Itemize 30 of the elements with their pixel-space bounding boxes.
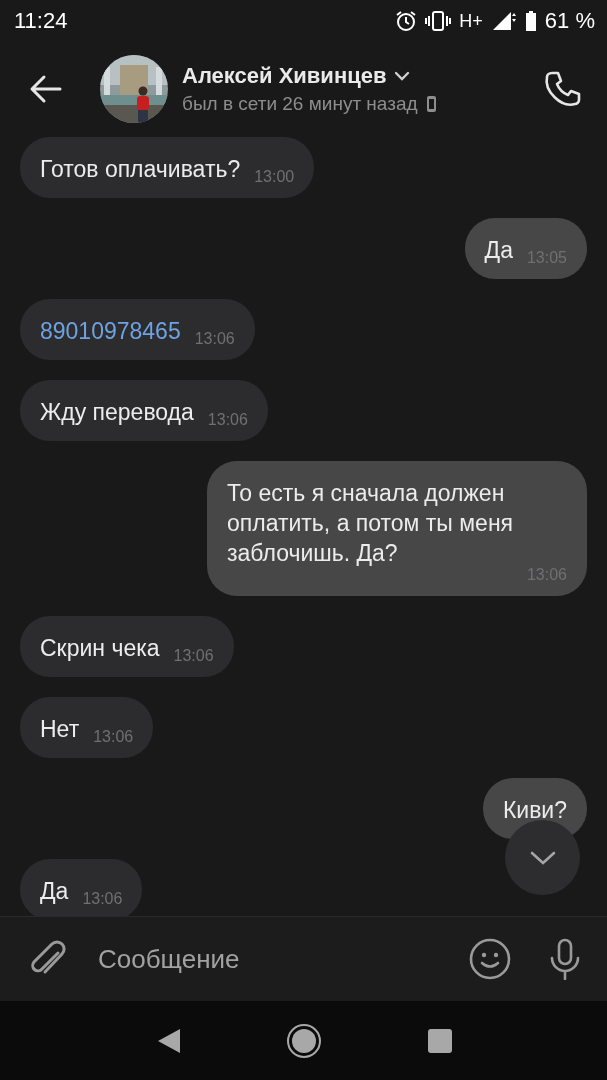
message-time: 13:06 (81, 892, 123, 906)
message-time: 13:06 (193, 332, 235, 346)
last-seen-status: был в сети 26 минут назад (182, 93, 418, 115)
message-text: То есть я сначала должен оплатить, а потом ты меня заблочишь. Да? (227, 479, 515, 568)
chevron-down-icon[interactable] (394, 71, 411, 81)
network-type: H+ (459, 10, 483, 32)
status-time: 11:24 (14, 8, 69, 34)
phone-device-icon (425, 95, 437, 113)
message-text: Киви? (502, 796, 567, 825)
message-time: 13:06 (92, 730, 134, 744)
message-text: Жду перевода (40, 398, 194, 427)
message-time: 13:00 (253, 170, 295, 184)
message-time: 13:06 (206, 413, 248, 427)
vibrate-icon (425, 10, 452, 32)
smiley-icon[interactable] (469, 938, 511, 980)
home-nav-icon[interactable] (285, 1022, 322, 1059)
message-text: Скрин чека (40, 634, 160, 663)
contact-name[interactable]: Алексей Хивинцев (182, 63, 387, 89)
message-text: Да (484, 236, 513, 265)
phone-number-link[interactable]: 89010978465 (40, 316, 181, 346)
call-button[interactable] (543, 69, 583, 109)
message-text: Готов оплачивать? (40, 155, 241, 184)
message-text: Нет (40, 715, 80, 744)
message-field[interactable]: Сообщение (96, 933, 469, 985)
battery-level: 61 % (544, 8, 595, 34)
message-time: 13:06 (172, 649, 214, 663)
battery-icon (524, 10, 537, 32)
chevron-down-icon (528, 849, 557, 866)
message-text: Да (40, 877, 69, 906)
alarm-icon (395, 10, 418, 32)
